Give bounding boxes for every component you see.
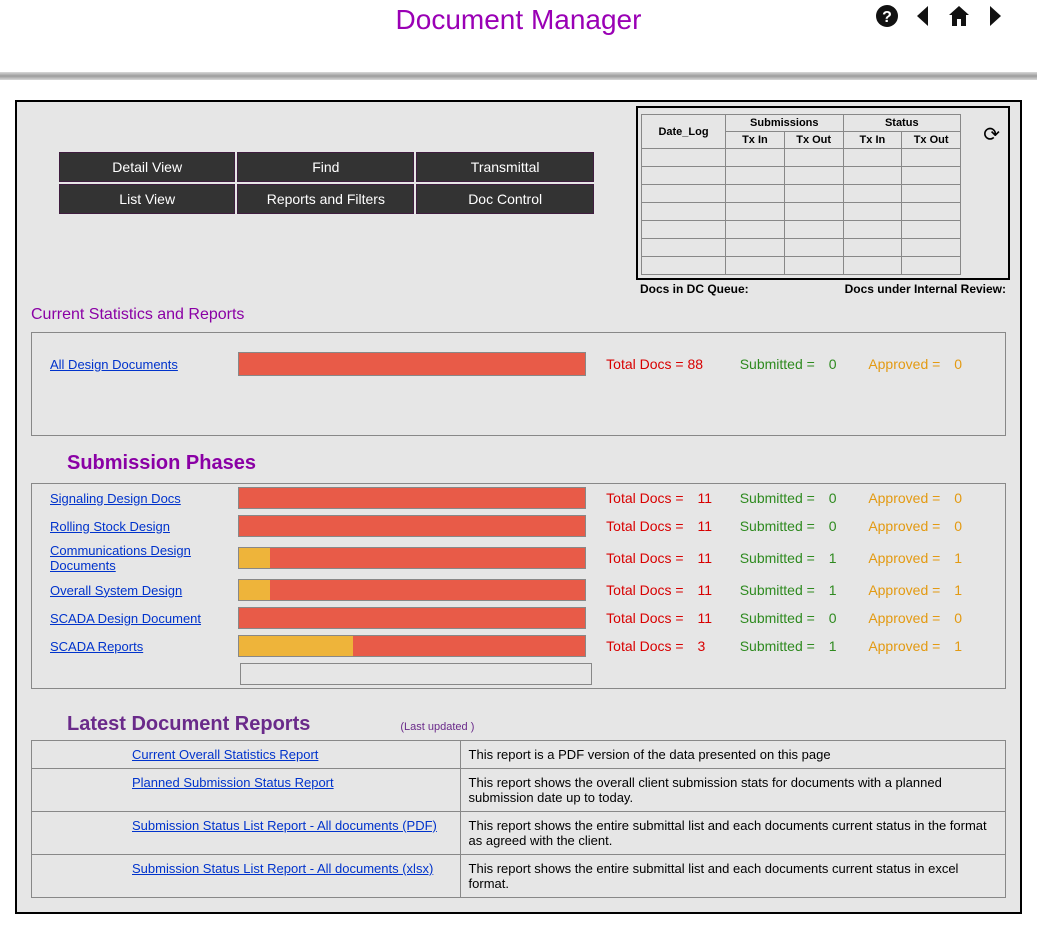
phase-approved: Approved = 1 — [868, 582, 987, 598]
phase-submitted: Submitted = 0 — [740, 518, 869, 534]
submissions-status-panel: ⟳ Date_Log Submissions Status Tx In Tx O… — [636, 106, 1010, 280]
phase-submitted: Submitted = 0 — [740, 610, 869, 626]
latest-reports-heading: Latest Document Reports — [67, 713, 310, 736]
report-desc: This report shows the entire submittal l… — [460, 855, 1005, 898]
nav-list-view[interactable]: List View — [59, 184, 235, 214]
overall-submitted: Submitted = 0 — [740, 356, 869, 372]
phase-approved: Approved = 0 — [868, 518, 987, 534]
overall-bar — [238, 352, 586, 376]
reports-table: Current Overall Statistics Report This re… — [31, 740, 1006, 898]
phase-approved: Approved = 0 — [868, 490, 987, 506]
svg-text:?: ? — [882, 9, 892, 26]
phase-row: SCADA Design Document Total Docs = 11Subm… — [32, 604, 1005, 632]
nav-button-grid: Detail View Find Transmittal List View R… — [57, 150, 596, 216]
link-all-design-docs[interactable]: All Design Documents — [50, 357, 238, 372]
docs-internal-review-label: Docs under Internal Review: — [845, 282, 1006, 296]
phase-link[interactable]: SCADA Reports — [50, 639, 238, 654]
phase-total: Total Docs = 11 — [606, 550, 740, 566]
main-panel: Detail View Find Transmittal List View R… — [15, 100, 1022, 914]
phase-submitted: Submitted = 1 — [740, 582, 869, 598]
submission-phases-heading: Submission Phases — [67, 452, 1010, 475]
phase-bar — [238, 487, 586, 509]
nav-reports-filters[interactable]: Reports and Filters — [237, 184, 414, 214]
phase-submitted: Submitted = 1 — [740, 638, 869, 654]
docs-dc-queue-label: Docs in DC Queue: — [640, 282, 749, 296]
nav-detail-view[interactable]: Detail View — [59, 152, 235, 182]
phase-row: Rolling Stock Design Total Docs = 11Submi… — [32, 512, 1005, 540]
nav-transmittal[interactable]: Transmittal — [416, 152, 594, 182]
phase-approved: Approved = 1 — [868, 550, 987, 566]
phase-link[interactable]: Communications Design Documents — [50, 543, 238, 573]
nav-find[interactable]: Find — [237, 152, 414, 182]
phase-submitted: Submitted = 0 — [740, 490, 869, 506]
divider-bar — [0, 72, 1037, 80]
phase-submitted: Submitted = 1 — [740, 550, 869, 566]
report-link[interactable]: Current Overall Statistics Report — [132, 747, 318, 762]
phase-row: Signaling Design Docs Total Docs = 11Subm… — [32, 484, 1005, 512]
phase-approved: Approved = 0 — [868, 610, 987, 626]
phase-row: SCADA Reports Total Docs = 3Submitted = 1… — [32, 632, 1005, 660]
phase-total: Total Docs = 11 — [606, 518, 740, 534]
nav-back-icon[interactable] — [911, 4, 935, 28]
phase-link[interactable]: SCADA Design Document — [50, 611, 238, 626]
phase-row: Communications Design Documents Total Doc… — [32, 540, 1005, 576]
phase-bar — [238, 515, 586, 537]
phase-bar — [238, 635, 586, 657]
last-updated-label: (Last updated ) — [400, 721, 474, 733]
phase-link[interactable]: Signaling Design Docs — [50, 491, 238, 506]
overall-stats-box: All Design Documents Total Docs = 88 Sub… — [31, 332, 1006, 436]
col-subs-txin: Tx In — [726, 132, 785, 149]
report-desc: This report shows the overall client sub… — [460, 769, 1005, 812]
report-desc: This report shows the entire submittal l… — [460, 812, 1005, 855]
col-status: Status — [843, 115, 960, 132]
phases-box: Signaling Design DocsTotal Docs = 11Subm… — [31, 483, 1006, 689]
col-subs-txout: Tx Out — [784, 132, 843, 149]
report-desc: This report is a PDF version of the data… — [460, 741, 1005, 769]
col-status-txout: Tx Out — [902, 132, 961, 149]
empty-bar — [240, 663, 592, 685]
phase-total: Total Docs = 3 — [606, 638, 740, 654]
phase-bar — [238, 579, 586, 601]
report-link[interactable]: Submission Status List Report - All docu… — [132, 818, 437, 833]
help-icon[interactable]: ? — [875, 4, 899, 28]
home-icon[interactable] — [947, 4, 971, 28]
phase-link[interactable]: Rolling Stock Design — [50, 519, 238, 534]
overall-approved: Approved = 0 — [868, 356, 987, 372]
col-status-txin: Tx In — [843, 132, 902, 149]
col-date-log: Date_Log — [642, 115, 726, 149]
nav-forward-icon[interactable] — [983, 4, 1007, 28]
phase-approved: Approved = 1 — [868, 638, 987, 654]
report-link[interactable]: Planned Submission Status Report — [132, 775, 334, 790]
phase-bar — [238, 547, 586, 569]
current-stats-heading: Current Statistics and Reports — [31, 306, 1010, 324]
phase-total: Total Docs = 11 — [606, 610, 740, 626]
report-link[interactable]: Submission Status List Report - All docu… — [132, 861, 433, 876]
overall-total: Total Docs = 88 — [606, 356, 740, 372]
nav-doc-control[interactable]: Doc Control — [416, 184, 594, 214]
phase-row: Overall System Design Total Docs = 11Subm… — [32, 576, 1005, 604]
phase-total: Total Docs = 11 — [606, 582, 740, 598]
phase-bar — [238, 607, 586, 629]
phase-link[interactable]: Overall System Design — [50, 583, 238, 598]
refresh-icon[interactable]: ⟳ — [983, 122, 1000, 147]
col-submissions: Submissions — [726, 115, 843, 132]
phase-total: Total Docs = 11 — [606, 490, 740, 506]
